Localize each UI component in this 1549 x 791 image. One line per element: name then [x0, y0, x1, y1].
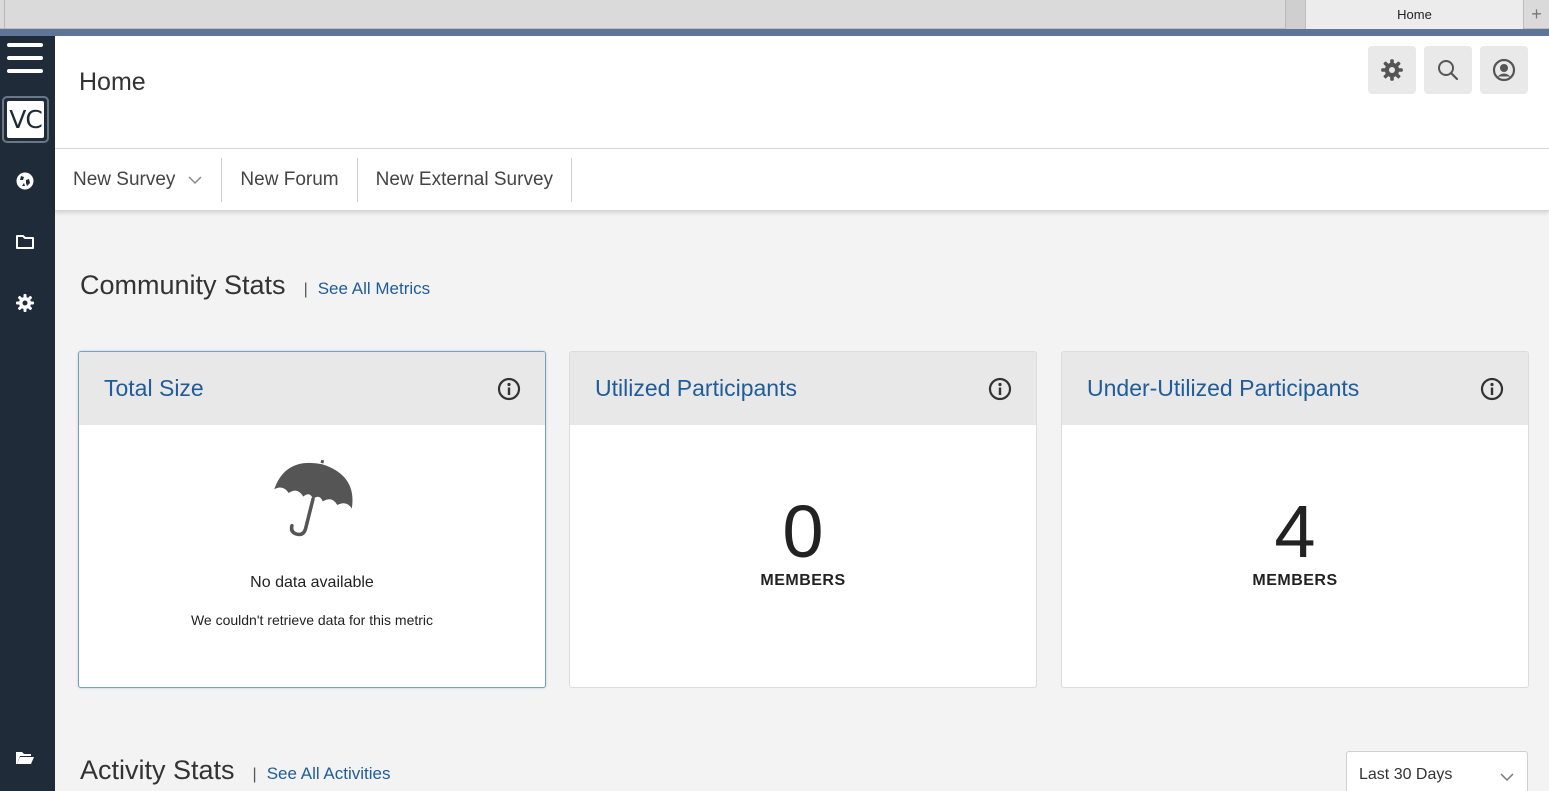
metric-unit: MEMBERS	[1252, 572, 1338, 589]
utilized-participants-card[interactable]: Utilized Participants 0 MEMBERS	[569, 351, 1037, 688]
no-data-message: We couldn't retrieve data for this metri…	[190, 612, 434, 628]
settings-button[interactable]	[1368, 46, 1416, 94]
folder-icon[interactable]	[13, 230, 37, 254]
info-icon[interactable]	[497, 377, 521, 401]
settings-icon	[1381, 59, 1403, 81]
chevron-down-icon	[187, 175, 203, 185]
see-all-activities-link[interactable]: See All Activities	[267, 764, 391, 784]
app-logo[interactable]: VC	[2, 96, 49, 143]
new-survey-button[interactable]: New Survey	[55, 157, 223, 202]
globe-icon[interactable]	[13, 169, 37, 193]
date-range-value: Last 30 Days	[1359, 766, 1453, 783]
gear-icon[interactable]	[13, 291, 37, 315]
heading-separator: |	[303, 281, 308, 298]
new-forum-button[interactable]: New Forum	[222, 157, 358, 202]
card-header: Total Size	[79, 352, 545, 425]
under-utilized-participants-card[interactable]: Under-Utilized Participants 4 MEMBERS	[1061, 351, 1529, 688]
new-survey-label: New Survey	[73, 168, 176, 190]
metric-unit: MEMBERS	[760, 572, 846, 589]
page-header: Home	[55, 36, 1549, 149]
activity-stats-title: Activity Stats	[80, 755, 235, 785]
community-stats-title: Community Stats	[80, 270, 286, 300]
see-all-metrics-link[interactable]: See All Metrics	[318, 279, 430, 299]
total-size-card[interactable]: Total Size No data available We couldn't…	[78, 351, 546, 688]
card-title[interactable]: Under-Utilized Participants	[1087, 375, 1359, 402]
metric-value: 0	[782, 490, 824, 573]
open-folder-icon[interactable]	[13, 746, 37, 770]
browser-tab-home[interactable]: Home	[1305, 0, 1524, 29]
search-icon	[1438, 60, 1459, 81]
card-header: Under-Utilized Participants	[1062, 352, 1528, 425]
heading-separator: |	[252, 766, 257, 783]
card-body: No data available We couldn't retrieve d…	[79, 425, 545, 687]
left-nav-rail: VC	[0, 36, 55, 791]
accent-bar	[0, 29, 1549, 36]
user-profile-button[interactable]	[1480, 46, 1528, 94]
browser-tab-strip: Home +	[0, 0, 1549, 29]
umbrella-icon	[274, 459, 353, 537]
user-profile-icon	[1492, 58, 1516, 82]
card-body: 0 MEMBERS	[570, 425, 1036, 687]
metric-value: 4	[1274, 490, 1316, 573]
page-title: Home	[79, 68, 146, 96]
card-header: Utilized Participants	[570, 352, 1036, 425]
info-icon[interactable]	[988, 377, 1012, 401]
new-tab-button[interactable]: +	[1524, 0, 1549, 29]
card-title[interactable]: Total Size	[104, 375, 204, 402]
new-external-survey-button[interactable]: New External Survey	[358, 157, 573, 202]
info-icon[interactable]	[1480, 377, 1504, 401]
hamburger-menu-icon[interactable]	[7, 43, 43, 75]
activity-stats-heading: Activity Stats | See All Activities	[80, 755, 390, 786]
chevron-down-icon	[1499, 769, 1515, 787]
logo-text: VC	[7, 101, 44, 138]
no-data-title: No data available	[250, 574, 374, 591]
community-stats-heading: Community Stats | See All Metrics	[80, 270, 430, 301]
card-title[interactable]: Utilized Participants	[595, 375, 797, 402]
tab-strip-edge	[4, 0, 5, 29]
card-body: 4 MEMBERS	[1062, 425, 1528, 687]
action-toolbar: New Survey New Forum New External Survey	[55, 149, 1549, 211]
search-button[interactable]	[1424, 46, 1472, 94]
tab-strip-spacer	[1285, 0, 1305, 29]
date-range-select[interactable]: Last 30 Days	[1346, 751, 1528, 791]
